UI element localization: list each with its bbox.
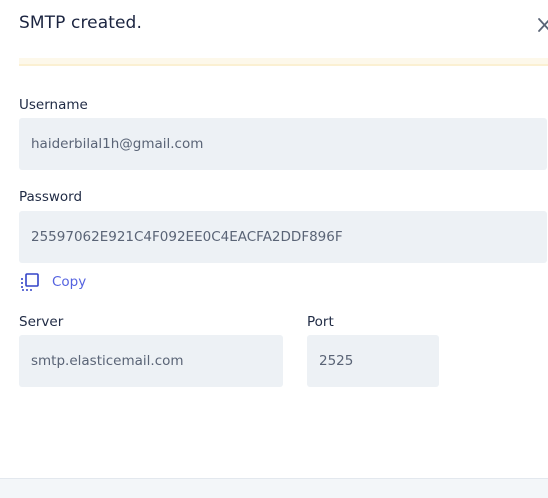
- modal-footer: [0, 478, 548, 498]
- copy-button[interactable]: Copy: [20, 272, 86, 292]
- copy-label: Copy: [52, 274, 87, 290]
- close-button[interactable]: [536, 16, 548, 34]
- port-value: 2525: [319, 353, 354, 369]
- port-field[interactable]: 2525: [307, 335, 439, 387]
- password-label: Password: [19, 189, 83, 205]
- password-value: 25597062E921C4F092EE0C4EACFA2DDF896F: [31, 229, 343, 245]
- server-field[interactable]: smtp.elasticemail.com: [19, 335, 283, 387]
- server-value: smtp.elasticemail.com: [31, 353, 184, 369]
- copy-icon: [21, 273, 39, 291]
- password-field[interactable]: 25597062E921C4F092EE0C4EACFA2DDF896F: [19, 211, 547, 263]
- notice-banner: [19, 58, 548, 66]
- username-label: Username: [19, 97, 88, 113]
- port-label: Port: [307, 314, 334, 330]
- username-value: haiderbilal1h@gmail.com: [31, 136, 204, 152]
- server-label: Server: [19, 314, 64, 330]
- username-field[interactable]: haiderbilal1h@gmail.com: [19, 118, 547, 170]
- modal-title: SMTP created.: [19, 13, 142, 33]
- close-icon: [538, 18, 548, 32]
